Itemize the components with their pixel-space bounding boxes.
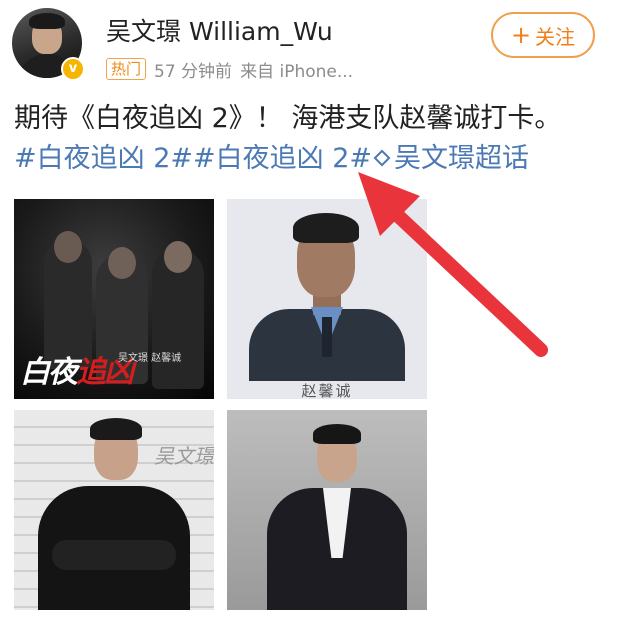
hashtag-link[interactable]: #白夜追凶 2# xyxy=(14,143,193,174)
hashtag-line: #白夜追凶 2##白夜追凶 2# 吴文璟超话 xyxy=(14,138,634,180)
hashtag-link[interactable]: #白夜追凶 2# xyxy=(193,143,372,174)
poster-credit: 吴文璟 赵馨诚 xyxy=(118,353,182,364)
figure-head xyxy=(164,241,192,273)
hair-shape xyxy=(313,424,361,444)
tie-shape xyxy=(322,317,332,357)
figure-head xyxy=(54,231,82,263)
hot-badge: 热门 xyxy=(106,58,147,80)
poster-title: 白夜追凶 xyxy=(20,355,134,390)
super-topic-diamond-icon xyxy=(373,149,391,167)
avatar-hair xyxy=(29,13,65,29)
plus-icon: + xyxy=(510,21,532,49)
photo-caption: 赵馨诚 xyxy=(301,382,353,399)
post-image-3[interactable]: 吴文璟 xyxy=(14,410,214,610)
super-topic-link[interactable]: 吴文璟超话 xyxy=(394,143,529,174)
author-name[interactable]: 吴文璟 William_Wu xyxy=(106,12,333,48)
post-meta: 热门 57 分钟前 来自 iPhone... xyxy=(106,57,354,82)
hair-shape xyxy=(90,418,142,440)
post-source: 来自 iPhone... xyxy=(240,61,354,82)
post-image-1[interactable]: 白夜追凶 吴文璟 赵馨诚 xyxy=(14,199,214,399)
verified-badge-icon: v xyxy=(61,57,85,81)
follow-button[interactable]: + 关注 xyxy=(491,12,595,58)
signature: 吴文璟 xyxy=(154,444,214,468)
follow-button-label: 关注 xyxy=(535,24,576,49)
post-time: 57 分钟前 xyxy=(154,61,233,82)
post-image-2[interactable]: 赵馨诚 xyxy=(227,199,427,399)
post-image-4[interactable] xyxy=(227,410,427,610)
arms-shape xyxy=(52,540,176,570)
figure-head xyxy=(108,247,136,279)
post-text: 期待《白夜追凶 2》！ 海港支队赵馨诚打卡。 xyxy=(14,103,562,134)
hair-shape xyxy=(293,213,359,243)
